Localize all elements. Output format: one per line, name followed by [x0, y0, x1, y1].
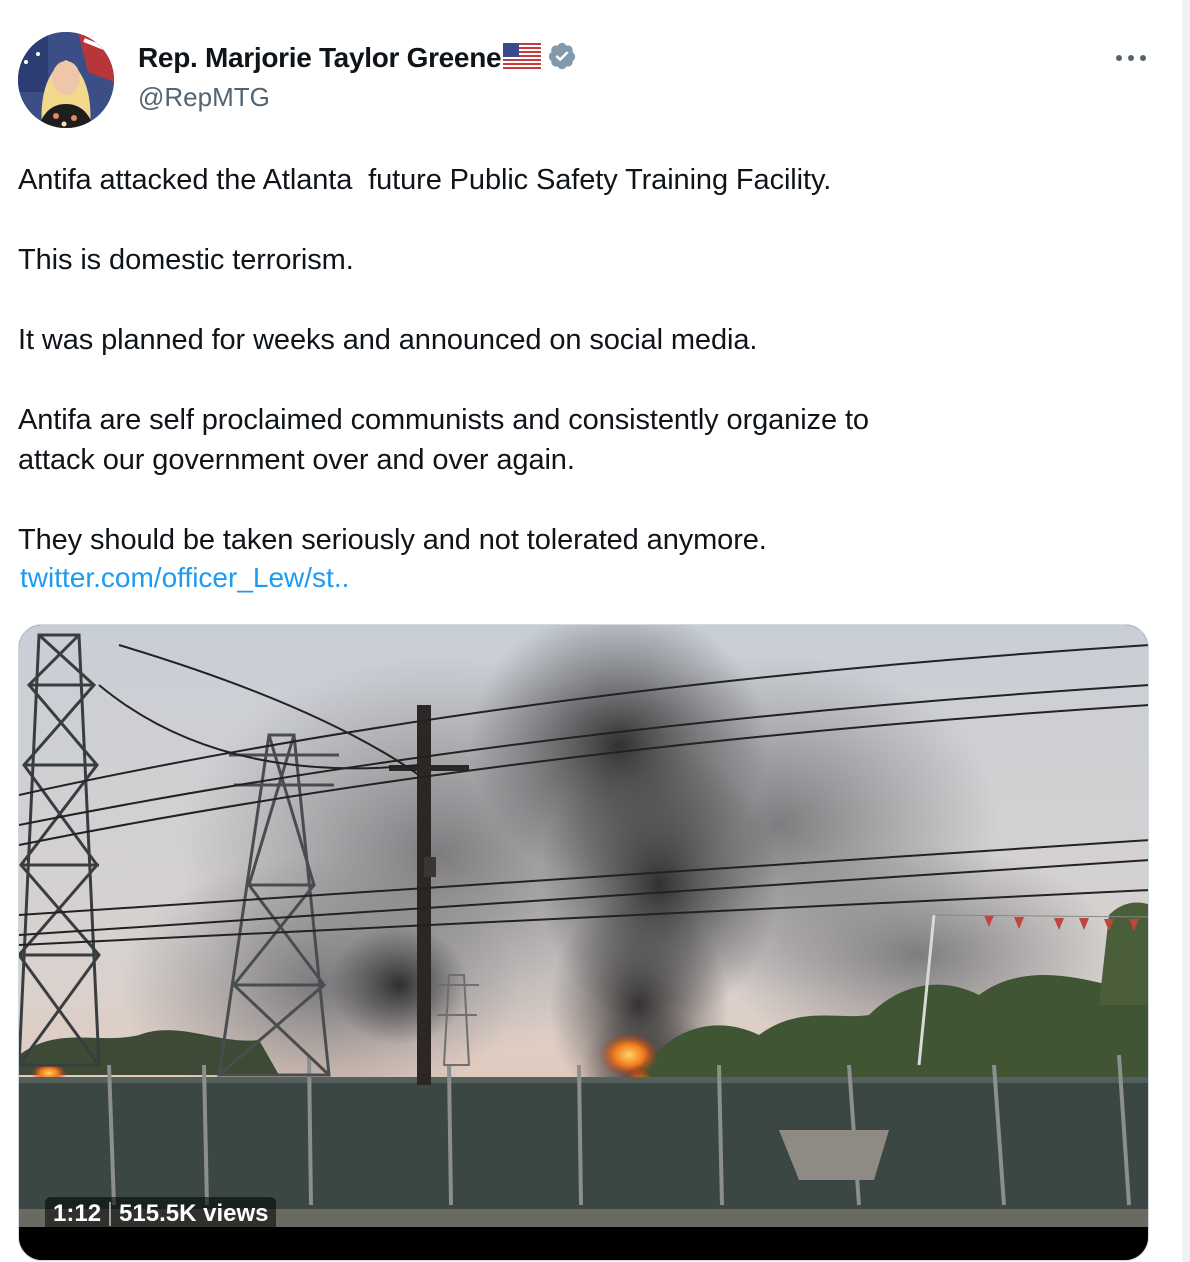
tweet-link[interactable]: twitter.com/officer_Lew/st..	[20, 562, 349, 594]
video-thumbnail	[19, 625, 1148, 1260]
tweet-paragraph: It was planned for weeks and announced o…	[18, 324, 758, 356]
video-player[interactable]: 1:12 515.5K views	[18, 624, 1149, 1261]
more-options-button[interactable]	[1108, 42, 1154, 74]
video-stats-overlay: 1:12 515.5K views	[45, 1197, 277, 1231]
video-duration: 1:12	[53, 1200, 102, 1227]
tweet-paragraph: Antifa attacked the Atlanta future Publi…	[18, 164, 832, 196]
stats-divider	[109, 1202, 112, 1226]
tweet-paragraph: This is domestic terrorism.	[18, 244, 354, 276]
tweet-text: Antifa attacked the Atlanta future Publi…	[18, 160, 1138, 560]
tweet-paragraph: They should be taken seriously and not t…	[18, 524, 767, 556]
us-flag-icon	[503, 42, 542, 74]
avatar[interactable]	[18, 32, 114, 128]
tweet-paragraph: Antifa are self proclaimed communists an…	[18, 404, 869, 476]
more-horizontal-icon	[1116, 55, 1146, 61]
author-display-name[interactable]: Rep. Marjorie Taylor Greene	[138, 42, 502, 74]
right-border	[1182, 0, 1190, 1262]
author-handle[interactable]: @RepMTG	[138, 82, 270, 113]
video-view-count: 515.5K views	[119, 1200, 269, 1227]
author-name-row[interactable]: Rep. Marjorie Taylor Greene	[138, 40, 577, 76]
verified-badge-icon[interactable]	[547, 41, 577, 76]
